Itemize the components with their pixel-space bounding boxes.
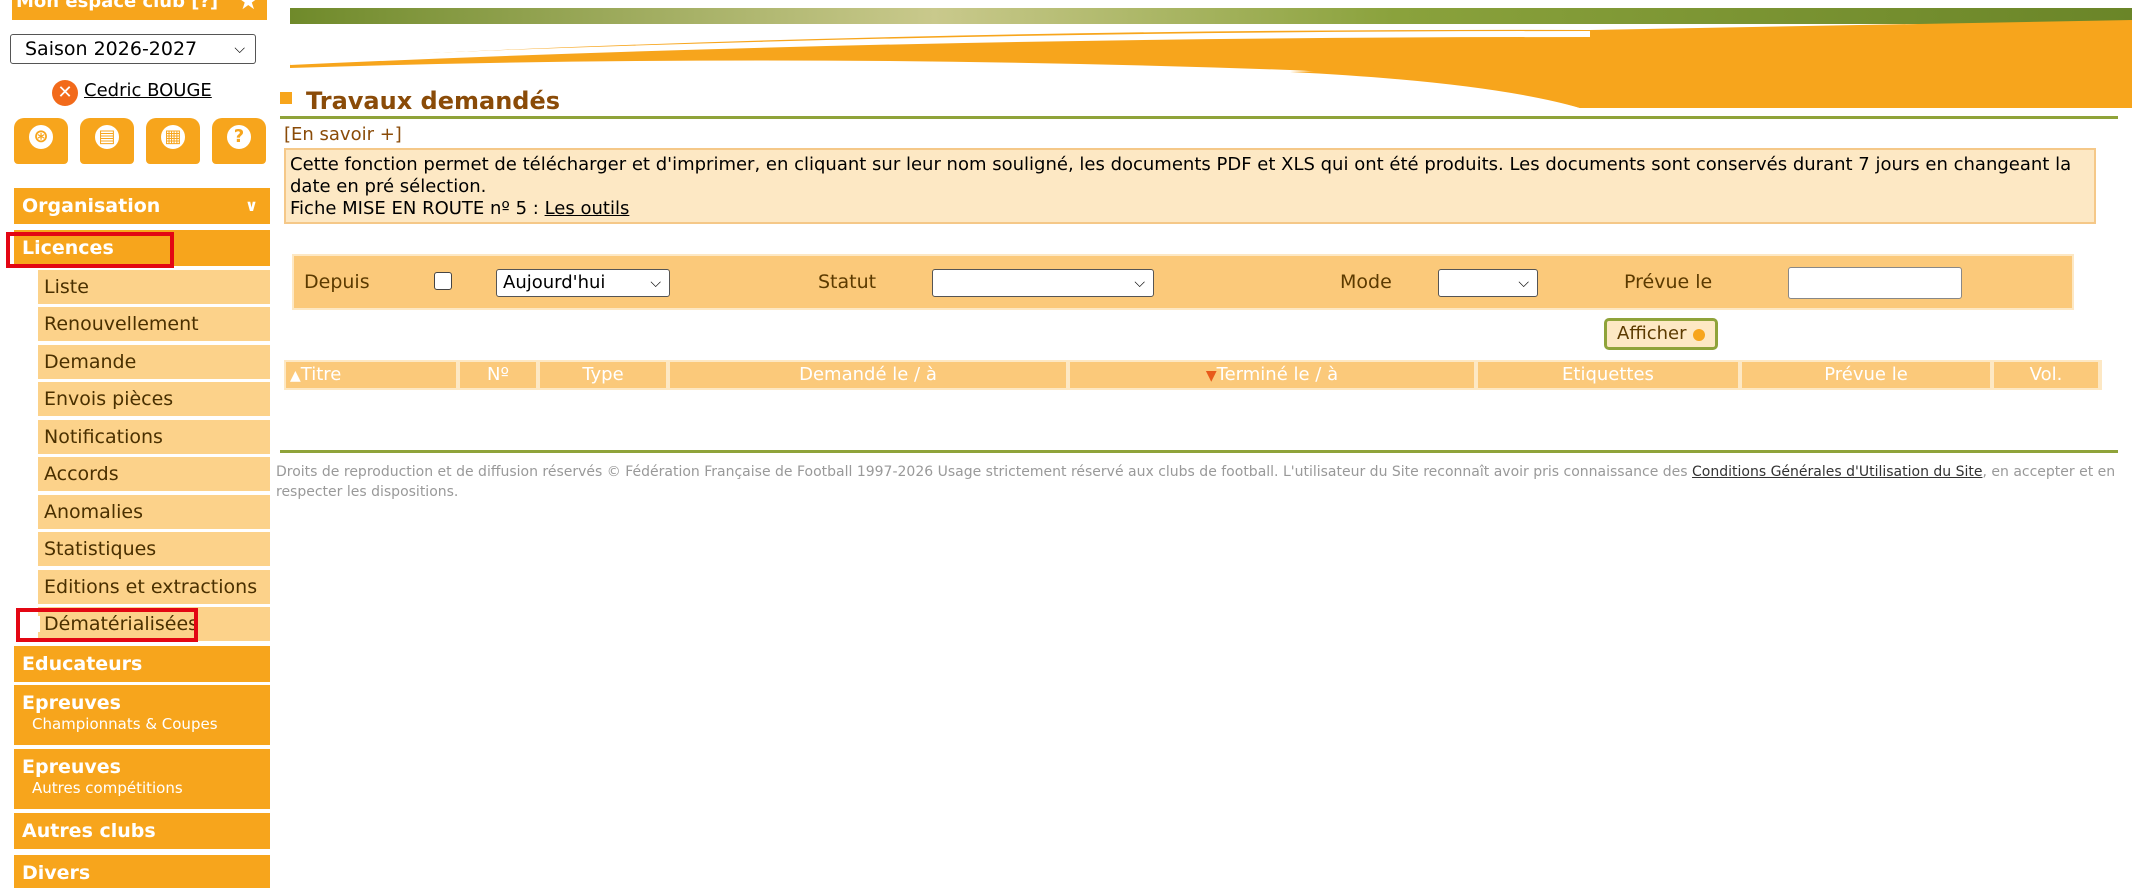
sidebar-item-anomalies[interactable]: Anomalies (38, 495, 270, 529)
menu-organisation[interactable]: Organisation ∨ (14, 188, 270, 224)
statut-select[interactable]: ⌵ (932, 269, 1154, 297)
title-divider (280, 116, 2118, 119)
quick-icons: ⊛ ▤ ▦ ? (14, 118, 266, 166)
mode-label: Mode (1340, 271, 1392, 293)
banner-graphic (289, 8, 2132, 108)
column-header-demande-label: Demandé le / à (799, 364, 937, 385)
mon-espace-club-label: Mon espace club [?] (16, 0, 219, 12)
sort-up-icon: ▲ (290, 368, 301, 384)
menu-epreuves-sub-label: Championnats & Coupes (32, 715, 218, 733)
sidebar: Mon espace club [?] ★ Saison 2026-2027 ⌵… (0, 0, 278, 888)
column-header-type-label: Type (582, 364, 624, 385)
column-header-numero[interactable]: Nº (460, 362, 536, 388)
header-banner (289, 0, 2132, 108)
column-header-etiquettes-label: Etiquettes (1562, 364, 1654, 385)
mode-select[interactable]: ⌵ (1438, 269, 1538, 297)
column-header-vol[interactable]: Vol. (1994, 362, 2098, 388)
en-savoir-link[interactable]: [En savoir +] (284, 122, 402, 148)
logout-icon[interactable]: ✕ (52, 80, 78, 106)
sidebar-item-notifications[interactable]: Notifications (38, 420, 270, 454)
menu-autres-clubs-label: Autres clubs (22, 820, 156, 842)
sidebar-item-demande[interactable]: Demande (38, 345, 270, 379)
dot-icon (1693, 329, 1705, 341)
info-box: Cette fonction permet de télécharger et … (284, 148, 2096, 224)
menu-educateurs-label: Educateurs (22, 653, 143, 675)
filter-bar: Depuis Aujourd'hui ⌵ Statut ⌵ Mode ⌵ Pré… (292, 254, 2074, 310)
column-header-etiquettes[interactable]: Etiquettes (1478, 362, 1738, 388)
film-reel-icon[interactable]: ⊛ (14, 118, 68, 164)
les-outils-link[interactable]: Les outils (545, 198, 630, 219)
afficher-button[interactable]: Afficher (1604, 318, 1718, 350)
sidebar-item-accords[interactable]: Accords (38, 457, 270, 491)
statut-label: Statut (818, 271, 877, 293)
calculator-icon[interactable]: ▦ (146, 118, 200, 164)
sidebar-item-renouvellement[interactable]: Renouvellement (38, 307, 270, 341)
column-header-termine-label: Terminé le / à (1216, 364, 1339, 385)
help-icon[interactable]: ? (212, 118, 266, 164)
season-select[interactable]: Saison 2026-2027 ⌵ (10, 34, 256, 64)
column-header-vol-label: Vol. (2029, 364, 2063, 385)
star-icon[interactable]: ★ (237, 0, 259, 13)
cgu-link[interactable]: Conditions Générales d'Utilisation du Si… (1692, 464, 1982, 480)
highlight-box-licences (6, 232, 174, 268)
chevron-down-icon: ⌵ (650, 275, 661, 291)
chevron-down-icon: ⌵ (1134, 275, 1145, 291)
chevron-down-icon: ⌵ (1518, 275, 1529, 291)
menu-epreuves-autres[interactable]: Epreuves Autres compétitions (14, 749, 270, 809)
sidebar-item-statistiques[interactable]: Statistiques (38, 532, 270, 566)
highlight-box-dematerialisees (16, 608, 198, 642)
column-header-titre-label: Titre (300, 364, 342, 385)
sidebar-item-liste[interactable]: Liste (38, 270, 270, 304)
info-fiche-prefix: Fiche MISE EN ROUTE nº 5 : (290, 198, 539, 219)
menu-epreuves-label: Epreuves (22, 692, 121, 714)
footer-divider (280, 450, 2118, 453)
user-name-link[interactable]: Cedric BOUGE (84, 80, 212, 101)
sort-down-icon: ▼ (1205, 368, 1217, 384)
depuis-select-value: Aujourd'hui (503, 272, 606, 293)
user-row: ✕ Cedric BOUGE (52, 80, 212, 110)
page-title-text: Travaux demandés (306, 87, 561, 115)
prevue-le-input[interactable] (1788, 267, 1962, 299)
menu-autres-clubs[interactable]: Autres clubs (14, 813, 270, 849)
document-icon[interactable]: ▤ (80, 118, 134, 164)
depuis-label: Depuis (304, 271, 370, 293)
sidebar-item-envois-pieces[interactable]: Envois pièces (38, 382, 270, 416)
menu-epreuves-sub-label: Autres compétitions (32, 779, 183, 797)
footer: Droits de reproduction et de diffusion r… (276, 462, 2126, 502)
depuis-select[interactable]: Aujourd'hui ⌵ (496, 269, 670, 297)
season-select-value: Saison 2026-2027 (25, 38, 198, 60)
column-header-prevue-label: Prévue le (1824, 364, 1908, 385)
menu-epreuves-championnats[interactable]: Epreuves Championnats & Coupes (14, 685, 270, 745)
prevue-le-label: Prévue le (1624, 271, 1713, 293)
column-header-titre[interactable]: ▲Titre (286, 362, 456, 388)
column-header-numero-label: Nº (487, 364, 509, 385)
menu-organisation-label: Organisation (22, 195, 161, 217)
menu-divers-label: Divers (22, 862, 91, 884)
column-header-termine[interactable]: ▼Terminé le / à (1070, 362, 1474, 388)
page-title: Travaux demandés (280, 86, 560, 116)
title-bullet-icon (280, 92, 292, 104)
table-header: ▲Titre Nº Type Demandé le / à ▼Terminé l… (284, 360, 2102, 390)
info-text: Cette fonction permet de télécharger et … (290, 154, 2072, 197)
column-header-prevue[interactable]: Prévue le (1742, 362, 1990, 388)
menu-divers[interactable]: Divers (14, 855, 270, 888)
column-header-demande[interactable]: Demandé le / à (670, 362, 1066, 388)
menu-epreuves-label: Epreuves (22, 756, 121, 778)
depuis-checkbox[interactable] (434, 272, 452, 290)
footer-text: Droits de reproduction et de diffusion r… (276, 464, 1693, 480)
chevron-down-icon: ∨ (245, 196, 258, 215)
chevron-down-icon: ⌵ (234, 41, 245, 57)
column-header-type[interactable]: Type (540, 362, 666, 388)
afficher-button-label: Afficher (1617, 323, 1687, 344)
menu-educateurs[interactable]: Educateurs (14, 646, 270, 682)
mon-espace-club-link[interactable]: Mon espace club [?] ★ (12, 0, 267, 20)
sidebar-item-editions-extractions[interactable]: Editions et extractions (38, 570, 270, 604)
